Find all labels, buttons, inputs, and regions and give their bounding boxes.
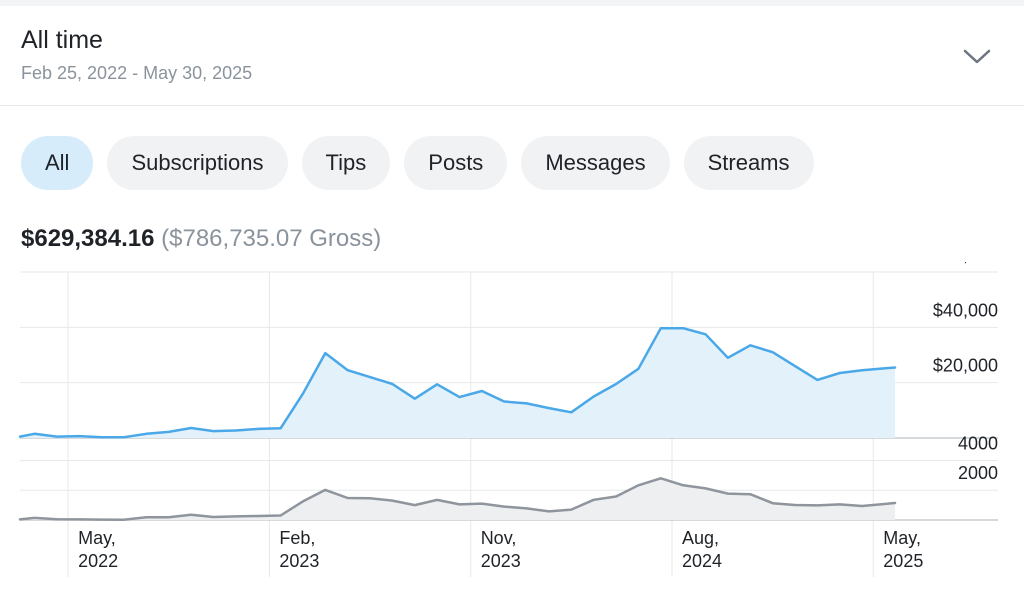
x-tick-label: 2025: [883, 551, 923, 571]
filter-all[interactable]: All: [21, 136, 94, 190]
x-tick-label: Feb,: [279, 528, 315, 548]
filter-posts[interactable]: Posts: [404, 136, 508, 190]
net-earnings: $629,384.16: [21, 225, 155, 252]
count-y-tick-label: 2000: [958, 463, 998, 483]
x-tick-label: 2023: [481, 551, 521, 571]
x-tick-label: May,: [883, 528, 921, 548]
period-title: All time: [21, 26, 103, 54]
gross-earnings: ($786,735.07 Gross): [161, 225, 382, 252]
x-tick-label: 2024: [682, 551, 722, 571]
x-tick-label: Aug,: [682, 528, 719, 548]
earnings-chart[interactable]: $20,000 $40,000 $60,000 2000 4000 May, 2022 Feb…: [0, 262, 1024, 582]
category-filters: All Subscriptions Tips Posts Messages St…: [21, 136, 814, 190]
earnings-y-tick-label: $20,000: [933, 356, 998, 376]
count-y-tick-label: 4000: [958, 433, 998, 453]
x-tick-label: Nov,: [481, 528, 517, 548]
x-tick-label: 2023: [279, 551, 319, 571]
filter-messages[interactable]: Messages: [521, 136, 670, 190]
period-date-range: Feb 25, 2022 - May 30, 2025: [21, 63, 253, 83]
earnings-y-tick-label: $60,000: [933, 262, 998, 265]
chevron-down-icon[interactable]: [960, 44, 994, 68]
filter-subscriptions[interactable]: Subscriptions: [107, 136, 288, 190]
earnings-y-tick-label: $40,000: [933, 300, 998, 320]
earnings-summary: $629,384.16 ($786,735.07 Gross): [21, 225, 381, 253]
period-selector[interactable]: All time Feb 25, 2022 - May 30, 2025: [0, 6, 1024, 106]
x-tick-label: May,: [78, 528, 116, 548]
x-tick-label: 2022: [78, 551, 118, 571]
filter-streams[interactable]: Streams: [683, 136, 814, 190]
filter-tips[interactable]: Tips: [301, 136, 391, 190]
